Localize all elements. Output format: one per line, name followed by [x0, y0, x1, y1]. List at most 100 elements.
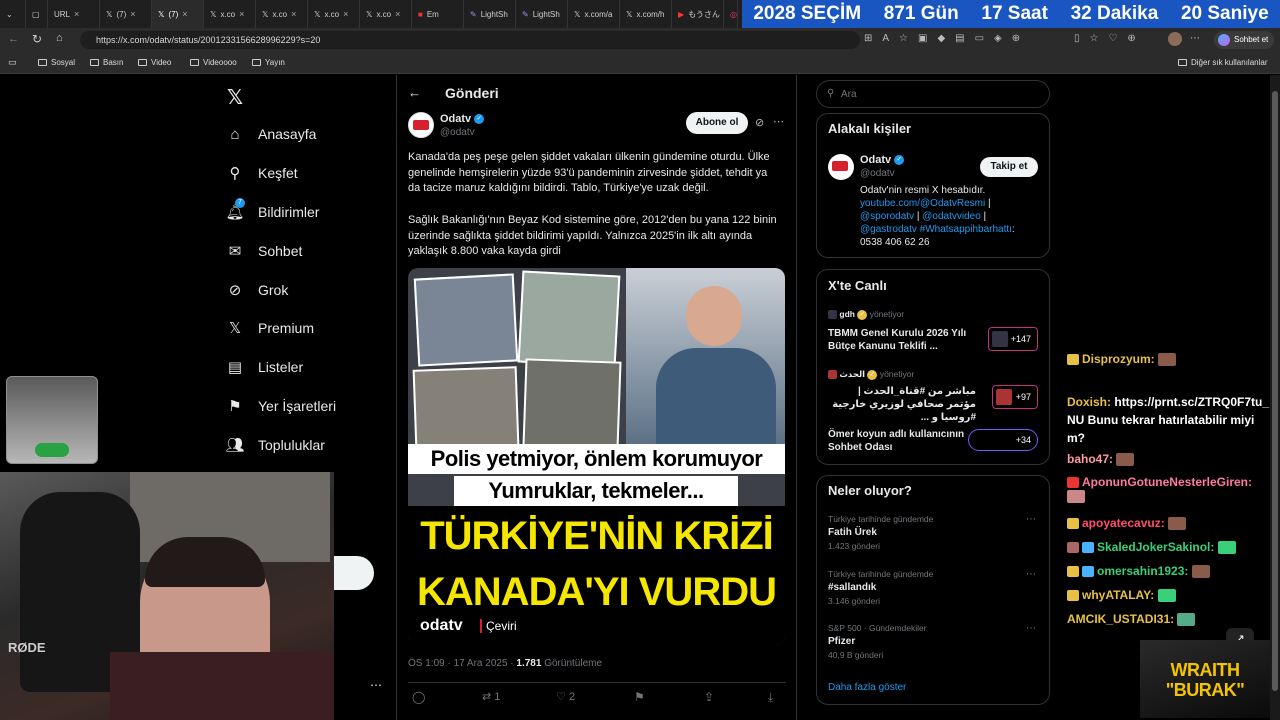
post-image[interactable]: Polis yetmiyor, önlem korumuyor Yumrukla… [408, 268, 785, 645]
live-item-title[interactable]: مباشر من #قناة_الحدث | مؤتمر صحافي لوزير… [828, 385, 976, 424]
more-icon[interactable]: ⋯ [370, 678, 382, 692]
sidebar-item-grok[interactable]: ⊘ Grok [226, 281, 289, 299]
more-icon[interactable]: ⋯ [1026, 514, 1036, 525]
brand-line-2: "BURAK" [1165, 680, 1245, 700]
bookmark-folder-yayin[interactable]: Yayın [252, 58, 285, 67]
browser-tab[interactable]: ✎ LightSh [516, 0, 568, 28]
sidebar-item-explore[interactable]: ⚲ Keşfet [226, 164, 298, 182]
close-icon[interactable]: × [239, 9, 244, 19]
close-icon[interactable]: × [395, 9, 400, 19]
download-icon[interactable]: ⤓ [768, 690, 773, 705]
scrollbar-thumb[interactable] [1272, 91, 1278, 691]
post-text-paragraph-1: Kanada'da peş peşe gelen şiddet vakaları… [408, 151, 770, 194]
sidebar-item-home[interactable]: ⌂ Anasayfa [226, 125, 316, 143]
browser-tab[interactable]: 𝕏x.co × [308, 0, 360, 28]
trend-item[interactable]: Türkiye tarihinde gündemde #sallandık 3.… [828, 569, 933, 606]
follow-button[interactable]: Takip et [980, 157, 1038, 177]
sidebar-item-lists[interactable]: ▤ Listeler [226, 358, 303, 376]
like-count: 2 [568, 691, 576, 703]
more-icon[interactable]: ⋯ [773, 115, 784, 128]
browser-tab[interactable]: ▶ もうさん [672, 0, 724, 28]
back-icon[interactable]: ← [8, 33, 19, 45]
bio-link[interactable]: #Whatsappihbarhattı [917, 224, 1012, 235]
browser-tab[interactable]: 𝕏 (7) × [100, 0, 152, 28]
bookmark-folder-videoooo[interactable]: Videoooo [190, 58, 237, 67]
browser-tab-active[interactable]: 𝕏 (7) × [152, 0, 204, 28]
copilot-button[interactable]: Sohbet et [1214, 31, 1274, 49]
browser-tab[interactable]: 𝕏x.com/h [620, 0, 672, 28]
chat-fade [1067, 336, 1267, 340]
show-more-link[interactable]: Daha fazla göster [828, 682, 906, 693]
browser-tab[interactable]: ■ Em [412, 0, 464, 28]
toolbar-icons-right[interactable]: ▯☆♡⊕ [1074, 33, 1146, 44]
chat-username: AMCIK_USTADI31: [1067, 612, 1175, 626]
scrollbar[interactable] [1270, 75, 1280, 720]
bookmark-icon: ⚑ [228, 398, 242, 415]
address-bar[interactable]: https://x.com/odatv/status/2001233156628… [80, 31, 860, 49]
bookmark-icon[interactable]: ⚑ [634, 690, 645, 704]
live-item-title[interactable]: TBMM Genel Kurulu 2026 Yılı Bütçe Kanunu… [828, 327, 976, 353]
toolbar-icons[interactable]: ⊞A☆▣◆▤▭◈⊕ [864, 33, 1030, 44]
close-icon[interactable]: × [182, 9, 187, 19]
home-icon[interactable]: ⌂ [56, 32, 63, 44]
related-handle[interactable]: @odatv [860, 168, 895, 179]
sidebar-item-chat[interactable]: ✉ Sohbet [226, 242, 303, 260]
browser-tab[interactable]: ◎ [724, 0, 738, 28]
author-name-row[interactable]: Odatv ✓ [440, 113, 485, 125]
live-join-button[interactable]: +97 [992, 385, 1038, 409]
back-arrow-icon[interactable]: ← [408, 85, 421, 100]
chat-username: omersahin1923: [1097, 564, 1189, 578]
avatar[interactable] [408, 112, 434, 138]
refresh-icon[interactable]: ↻ [32, 32, 42, 46]
sidebar-item-bookmarks[interactable]: ⚑ Yer İşaretleri [226, 397, 336, 415]
sidebar-item-premium[interactable]: 𝕏 Premium [226, 319, 314, 337]
trend-item[interactable]: S&P 500 · Gündemdekiler Pfizer 40,9 B gö… [828, 623, 927, 660]
browser-tab[interactable]: 𝕏x.com/a [568, 0, 620, 28]
more-icon[interactable]: ⋯ [1026, 569, 1036, 580]
related-name-row[interactable]: Odatv ✓ [860, 154, 905, 166]
share-icon[interactable]: ⇪ [704, 690, 714, 704]
reading-list-icon[interactable]: ▭ [8, 57, 17, 68]
retweet-button[interactable]: ⇄ 1 [482, 690, 500, 703]
trend-item[interactable]: Türkiye tarihinde gündemde Fatih Ürek 1.… [828, 514, 933, 551]
more-icon[interactable]: ⋯ [1190, 33, 1200, 44]
author-handle[interactable]: @odatv [440, 127, 475, 138]
live-item-title[interactable]: Ömer koyun adlı kullanıcının Sohbet Odas… [828, 428, 966, 454]
x-logo-icon[interactable]: 𝕏 [227, 85, 243, 110]
browser-tab[interactable]: 𝕏x.co × [204, 0, 256, 28]
sidebar-item-communities[interactable]: 👥︎ Topluluklar [225, 436, 324, 454]
browser-tab[interactable]: 𝕏x.co × [360, 0, 412, 28]
bookmark-folder-video[interactable]: Video [138, 58, 171, 67]
bookmark-folder-basin[interactable]: Basın [90, 58, 123, 67]
browser-tab[interactable]: URL × [48, 0, 100, 28]
search-input[interactable]: ⚲ Ara [816, 80, 1050, 108]
browser-tab[interactable]: ✎ LightSh [464, 0, 516, 28]
bio-link[interactable]: @odatvvideo [922, 211, 981, 222]
tab-menu-button[interactable]: ⌄ [0, 0, 26, 28]
close-icon[interactable]: × [130, 9, 135, 19]
post-button[interactable] [334, 556, 374, 590]
other-bookmarks[interactable]: Diğer sık kullanılanlar [1178, 58, 1267, 67]
more-icon[interactable]: ⋯ [1026, 623, 1036, 634]
subscribe-button[interactable]: Abone ol [686, 112, 748, 134]
tab-label: URL [54, 9, 71, 19]
close-icon[interactable]: × [291, 9, 296, 19]
reply-icon[interactable]: ◯ [412, 690, 425, 704]
copilot-icon [1218, 34, 1230, 46]
live-join-button[interactable]: +147 [988, 327, 1038, 351]
avatar[interactable] [828, 154, 854, 180]
bookmark-folder-sosyal[interactable]: Sosyal [38, 58, 75, 67]
tab-workspaces-button[interactable]: ▢ [26, 0, 48, 28]
sidebar-item-notifications[interactable]: 🔔︎ 7 Bildirimler [225, 198, 319, 221]
bio-link[interactable]: @sporodatv [860, 211, 914, 222]
grok-icon[interactable]: ⊘ [755, 116, 764, 129]
live-join-button[interactable]: +34 [968, 429, 1038, 451]
bio-link[interactable]: @gastrodatv [860, 224, 917, 235]
close-icon[interactable]: × [74, 9, 79, 19]
close-icon[interactable]: × [343, 9, 348, 19]
browser-tab[interactable]: 𝕏x.co × [256, 0, 308, 28]
bio-link[interactable]: youtube.com/@OdatvResmi [860, 198, 985, 209]
avatar[interactable] [1168, 32, 1182, 46]
like-button[interactable]: ♡ 2 [556, 690, 575, 703]
bookmark-label: Videoooo [203, 58, 237, 67]
